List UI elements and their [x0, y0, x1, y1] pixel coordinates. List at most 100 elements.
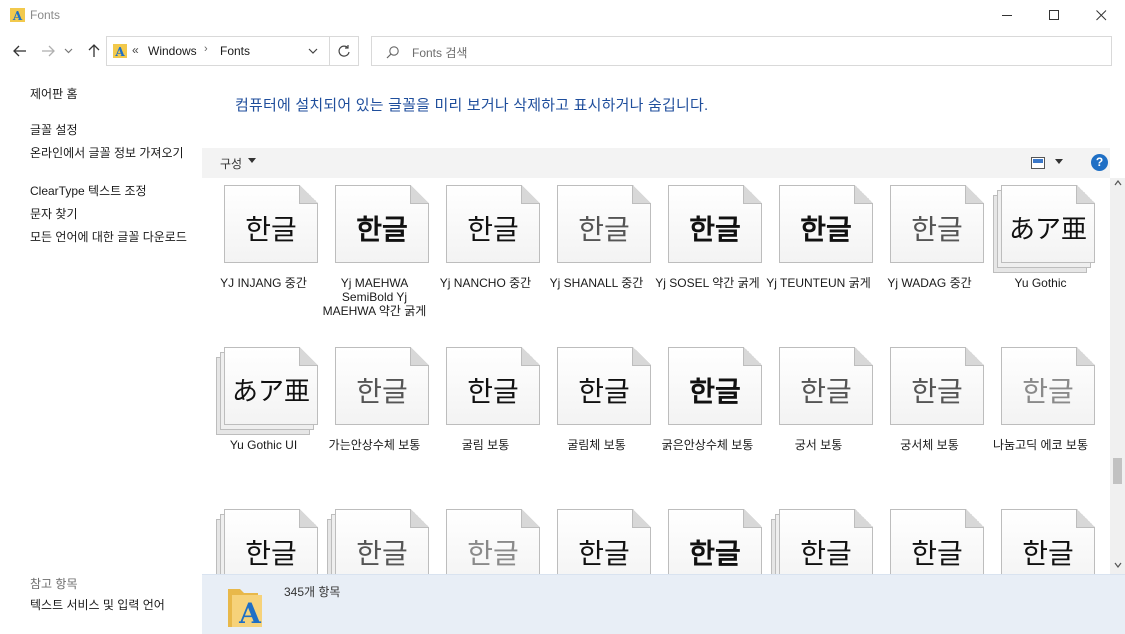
page-fold-corner: [743, 509, 762, 528]
font-tile[interactable]: あア亜 Yu Gothic UI: [208, 340, 319, 502]
maximize-button[interactable]: [1031, 0, 1077, 31]
font-file-icon: 한글: [327, 509, 429, 574]
font-name-label: Yj MAEHWA SemiBold Yj MAEHWA 약간 굵게: [322, 276, 427, 318]
back-button[interactable]: [9, 40, 31, 62]
page-fold-corner: [1076, 185, 1095, 204]
scroll-down-icon[interactable]: [1114, 562, 1122, 568]
svg-text:A: A: [114, 45, 125, 59]
search-icon: [386, 46, 399, 59]
font-file-icon: 한글: [331, 185, 429, 267]
refresh-button[interactable]: [330, 36, 359, 66]
breadcrumb-fonts[interactable]: Fonts: [220, 44, 250, 58]
search-box[interactable]: Fonts 검색: [371, 36, 1112, 66]
view-caret-icon[interactable]: [1055, 159, 1064, 165]
organize-button[interactable]: 구성: [220, 155, 242, 172]
title-bar: A Fonts: [0, 0, 1125, 31]
font-tile[interactable]: 한글 Yj SOSEL 약간 굵게: [652, 178, 763, 340]
get-font-info-online-link[interactable]: 온라인에서 글꼴 정보 가져오기: [30, 146, 195, 160]
page-fold-corner: [632, 347, 651, 366]
font-name-label: Yj WADAG 중간: [887, 276, 972, 290]
font-tile[interactable]: 한글 Yj SHANALL 중간: [541, 178, 652, 340]
font-tile[interactable]: 한글: [874, 502, 985, 574]
close-button[interactable]: [1078, 0, 1124, 31]
font-name-label: 나눔고딕 에코 보통: [993, 438, 1088, 452]
font-sample-preview: 한글: [689, 375, 741, 408]
font-file-icon: 한글: [664, 509, 762, 574]
font-tile[interactable]: 한글나눔고딕 에코 보통: [985, 340, 1096, 502]
font-tile[interactable]: 한글 YJ INJANG 중간: [208, 178, 319, 340]
vertical-scrollbar[interactable]: [1110, 178, 1125, 574]
page-fold-corner: [521, 509, 540, 528]
scroll-up-icon[interactable]: [1114, 180, 1122, 186]
recent-locations-button[interactable]: [61, 40, 75, 62]
font-file-icon: 한글: [775, 347, 873, 429]
minimize-button[interactable]: [984, 0, 1030, 31]
font-tile[interactable]: 한글 굴림체 보통: [541, 340, 652, 502]
address-bar[interactable]: A « Windows › Fonts: [106, 36, 330, 66]
control-panel-home-link[interactable]: 제어판 홈: [30, 87, 195, 101]
cleartype-link[interactable]: ClearType 텍스트 조정: [30, 184, 195, 198]
page-fold-corner: [299, 185, 318, 204]
font-tile[interactable]: 한글: [985, 502, 1096, 574]
font-tile[interactable]: 한글: [430, 502, 541, 574]
font-sample-preview: 한글: [467, 213, 519, 246]
organize-caret-icon[interactable]: [248, 158, 257, 164]
font-tile[interactable]: 한글: [541, 502, 652, 574]
change-view-icon[interactable]: [1031, 157, 1045, 169]
font-name-label: Yu Gothic UI: [229, 438, 298, 452]
page-headline: 컴퓨터에 설치되어 있는 글꼴을 미리 보거나 삭제하고 표시하거나 숨깁니다.: [235, 97, 709, 114]
font-sample-preview: 한글: [800, 375, 852, 408]
font-tile[interactable]: 한글 Yj MAEHWA SemiBold Yj MAEHWA 약간 굵게: [319, 178, 430, 340]
font-settings-link[interactable]: 글꼴 설정: [30, 123, 195, 137]
up-button[interactable]: [83, 40, 105, 62]
breadcrumb-separator-icon[interactable]: ›: [204, 43, 208, 55]
font-tile[interactable]: 한글 궁서체 보통: [874, 340, 985, 502]
font-file-icon: あア亜: [216, 347, 318, 435]
font-name-label: Yj SHANALL 중간: [549, 276, 644, 290]
font-tile[interactable]: 한글: [208, 502, 319, 574]
refresh-icon: [338, 45, 350, 57]
font-name-label: 궁서 보통: [794, 438, 843, 452]
text-services-link[interactable]: 텍스트 서비스 및 입력 언어: [30, 598, 195, 612]
font-tile[interactable]: 한글 Yj WADAG 중간: [874, 178, 985, 340]
page-fold-corner: [854, 347, 873, 366]
font-tile[interactable]: 한글: [319, 502, 430, 574]
breadcrumb-windows[interactable]: Windows: [148, 44, 197, 58]
download-fonts-link[interactable]: 모든 언어에 대한 글꼴 다운로드: [30, 230, 195, 244]
font-grid: 한글 YJ INJANG 중간 한글 Yj MAEHWA SemiBold Yj MA…: [202, 178, 1110, 574]
font-tile[interactable]: 한글 굵은안상수체 보통: [652, 340, 763, 502]
font-tile[interactable]: 한글 가는안상수체 보통: [319, 340, 430, 502]
font-sample-preview: 한글: [1022, 375, 1074, 408]
svg-text:A: A: [238, 597, 262, 629]
font-sample-preview: あア亜: [231, 377, 310, 407]
font-tile[interactable]: あア亜 Yu Gothic: [985, 178, 1096, 340]
page-fold-corner: [743, 347, 762, 366]
font-tile[interactable]: 한글: [652, 502, 763, 574]
address-overflow-chevron[interactable]: «: [132, 43, 139, 57]
fonts-folder-large-icon: A: [228, 589, 262, 629]
font-tile[interactable]: 한글: [763, 502, 874, 574]
search-input[interactable]: Fonts 검색: [412, 44, 467, 61]
fonts-folder-icon: A: [113, 44, 127, 59]
page-fold-corner: [743, 185, 762, 204]
font-sample-preview: 한글: [356, 213, 408, 246]
font-file-icon: 한글: [553, 509, 651, 574]
svg-text:A: A: [12, 9, 23, 23]
forward-button[interactable]: [37, 40, 59, 62]
font-tile[interactable]: 한글궁서 보통: [763, 340, 874, 502]
help-icon[interactable]: ?: [1091, 154, 1108, 171]
font-file-icon: 한글: [997, 347, 1095, 429]
font-name-label: 굴림 보통: [461, 438, 510, 452]
scrollbar-thumb[interactable]: [1113, 458, 1122, 484]
page-fold-corner: [299, 347, 318, 366]
font-file-icon: 한글: [775, 185, 873, 267]
font-tile[interactable]: 한글 Yj NANCHO 중간: [430, 178, 541, 340]
address-dropdown-icon[interactable]: [307, 44, 319, 58]
font-file-icon: 한글: [997, 509, 1095, 574]
font-name-label: 가는안상수체 보통: [328, 438, 421, 452]
font-sample-preview: 한글: [689, 213, 741, 246]
font-tile[interactable]: 한글 굴림 보통: [430, 340, 541, 502]
font-tile[interactable]: 한글 Yj TEUNTEUN 굵게: [763, 178, 874, 340]
page-fold-corner: [521, 185, 540, 204]
find-character-link[interactable]: 문자 찾기: [30, 207, 195, 221]
